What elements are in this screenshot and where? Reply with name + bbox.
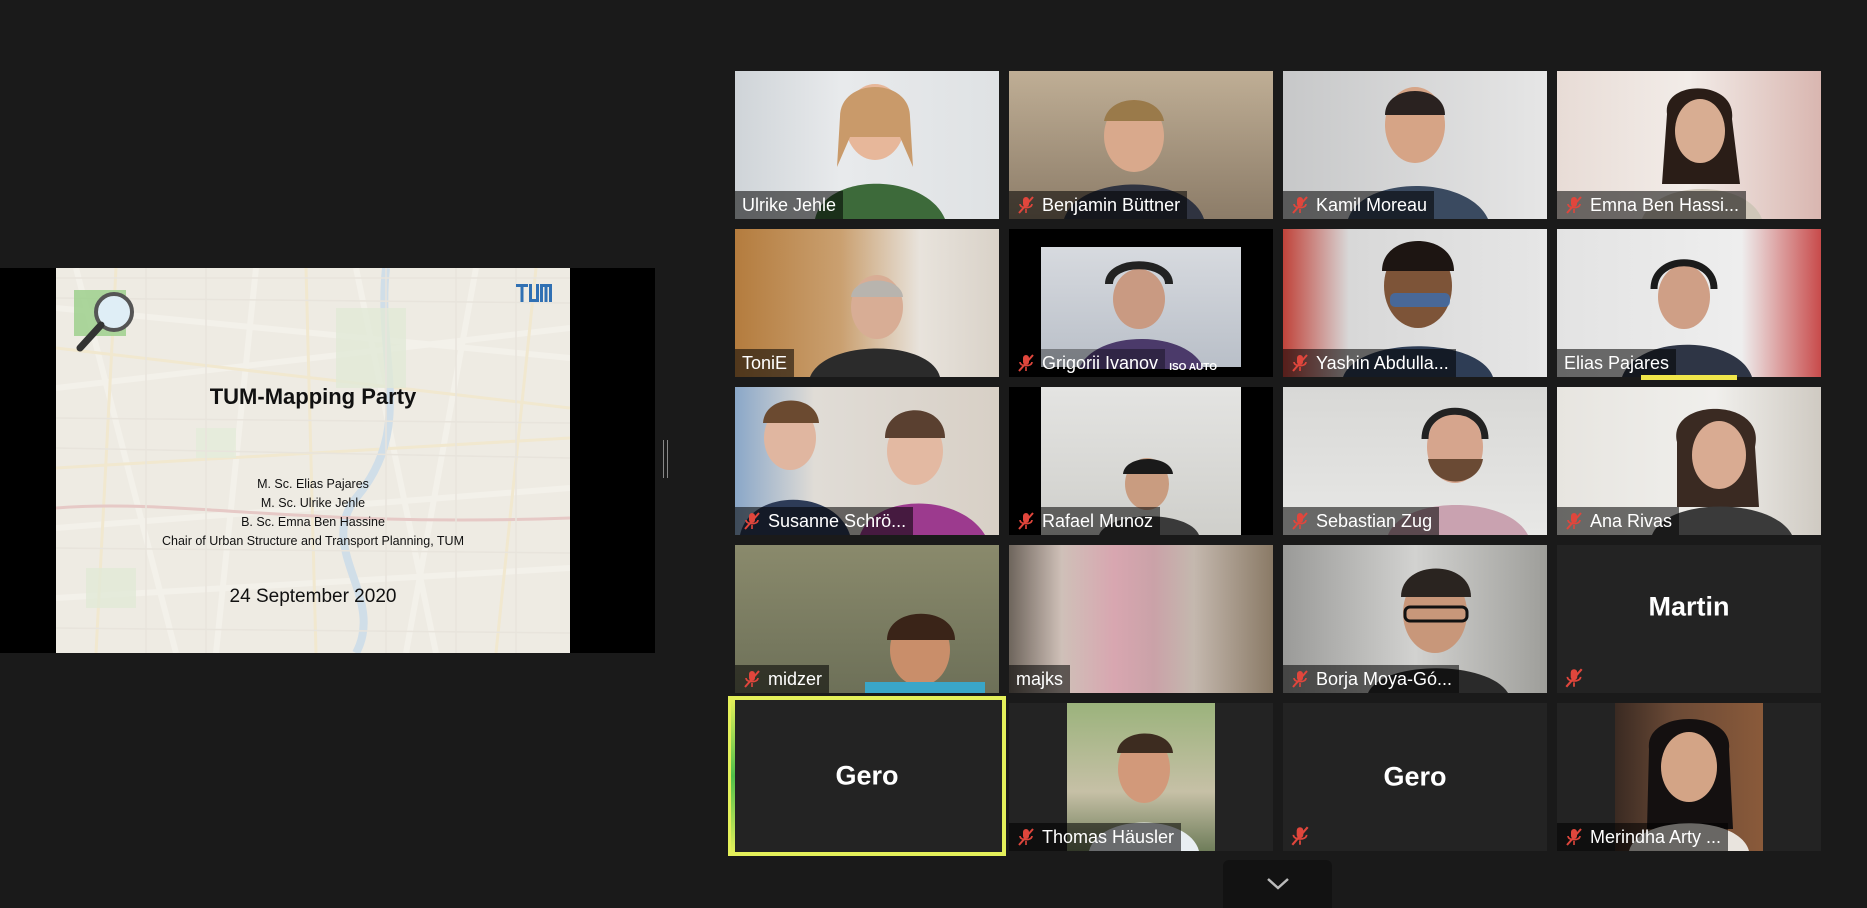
participant-tile[interactable]: Benjamin Büttner: [1009, 71, 1273, 219]
participant-tile[interactable]: Ulrike Jehle: [735, 71, 999, 219]
muted-mic-icon: [1018, 354, 1034, 372]
participant-tile[interactable]: majks: [1009, 545, 1273, 693]
participant-name: Susanne Schrö...: [768, 511, 907, 531]
muted-mic-icon: [1292, 196, 1308, 214]
participant-name-tag: majks: [1009, 665, 1071, 693]
participant-name: Ulrike Jehle: [742, 195, 837, 215]
muted-mic-icon: [1018, 828, 1034, 846]
participant-name: Thomas Häusler: [1042, 827, 1175, 847]
participant-name-tag: Benjamin Büttner: [1009, 191, 1188, 219]
participant-name-tag: Elias Pajares: [1557, 349, 1677, 377]
participant-name: Merindha Arty ...: [1590, 827, 1722, 847]
slide-author-3: B. Sc. Emna Ben Hassine: [241, 515, 385, 529]
participant-name: Ana Rivas: [1590, 511, 1673, 531]
slide-title: TUM-Mapping Party: [209, 384, 417, 409]
participant-name-tag: Emna Ben Hassi...: [1557, 191, 1747, 219]
slide-affiliation: Chair of Urban Structure and Transport P…: [162, 534, 464, 548]
participant-name-tag: Merindha Arty ...: [1557, 823, 1729, 851]
participant-name: Elias Pajares: [1564, 353, 1670, 373]
participant-name-tag: Sebastian Zug: [1283, 507, 1440, 535]
participant-tile[interactable]: midzer: [735, 545, 999, 693]
participant-tile[interactable]: Kamil Moreau: [1283, 71, 1547, 219]
participant-name: Emna Ben Hassi...: [1590, 195, 1740, 215]
magnifier-logo-icon: [74, 290, 134, 352]
participant-tile[interactable]: ToniE: [735, 229, 999, 377]
iso-auto-overlay: ISO AUTO: [1169, 362, 1217, 373]
shared-screen[interactable]: TUM-Mapping Party M. Sc. Elias Pajares M…: [0, 268, 655, 653]
participant-name-tag: Kamil Moreau: [1283, 191, 1435, 219]
participant-tile[interactable]: Susanne Schrö...: [735, 387, 999, 535]
speaking-indicator: [1641, 375, 1737, 380]
muted-mic-icon: [1566, 512, 1582, 530]
participant-name-tag: Ulrike Jehle: [735, 191, 844, 219]
slide-date: 24 September 2020: [229, 586, 397, 607]
muted-mic-icon: [1018, 512, 1034, 530]
muted-mic-icon: [1566, 196, 1582, 214]
participant-name-tag: Yashin Abdulla...: [1283, 349, 1456, 377]
participant-tile[interactable]: Rafael Munoz: [1009, 387, 1273, 535]
participant-tile[interactable]: ISO AUTO Grigorii Ivanov: [1009, 229, 1273, 377]
participant-display-name: Gero: [1383, 761, 1447, 792]
participant-name-tag: Ana Rivas: [1557, 507, 1680, 535]
participant-name-tag: Grigorii Ivanov: [1009, 349, 1166, 377]
muted-mic-icon: [1565, 668, 1583, 688]
participant-name: ToniE: [742, 353, 788, 373]
participant-name-tag: Thomas Häusler: [1009, 823, 1182, 851]
participant-name: Grigorii Ivanov: [1042, 353, 1159, 373]
splitter-handle[interactable]: [663, 440, 668, 478]
participant-tile[interactable]: Gero: [1283, 703, 1547, 851]
muted-mic-icon: [744, 670, 760, 688]
muted-mic-icon: [1292, 354, 1308, 372]
slide-author-1: M. Sc. Elias Pajares: [257, 477, 369, 491]
participant-name-tag: ToniE: [735, 349, 795, 377]
participant-tile[interactable]: Yashin Abdulla...: [1283, 229, 1547, 377]
next-page-button[interactable]: [1223, 860, 1332, 908]
participant-name: Yashin Abdulla...: [1316, 353, 1449, 373]
participant-name: Rafael Munoz: [1042, 511, 1154, 531]
tum-logo-icon: [516, 284, 552, 302]
participant-tile[interactable]: Merindha Arty ...: [1557, 703, 1821, 851]
participant-name: Benjamin Büttner: [1042, 195, 1181, 215]
participant-name: Sebastian Zug: [1316, 511, 1433, 531]
participant-name: Kamil Moreau: [1316, 195, 1428, 215]
presentation-slide: TUM-Mapping Party M. Sc. Elias Pajares M…: [56, 268, 570, 653]
participant-display-name: Martin: [1648, 591, 1730, 622]
participant-tile[interactable]: Ana Rivas: [1557, 387, 1821, 535]
chevron-down-icon: [1266, 878, 1289, 890]
slide-author-2: M. Sc. Ulrike Jehle: [260, 496, 366, 510]
participant-tile[interactable]: Elias Pajares: [1557, 229, 1821, 380]
participant-name: majks: [1016, 669, 1064, 689]
muted-mic-icon: [1292, 512, 1308, 530]
participant-tile[interactable]: Emna Ben Hassi...: [1557, 71, 1821, 219]
participant-name-tag: Borja Moya-Gó...: [1283, 665, 1460, 693]
participant-tile[interactable]: Sebastian Zug: [1283, 387, 1547, 535]
participant-tile[interactable]: Thomas Häusler: [1009, 703, 1273, 851]
participant-tile[interactable]: Borja Moya-Gó...: [1283, 545, 1547, 693]
participant-name-tag: Rafael Munoz: [1009, 507, 1161, 535]
participant-name: Borja Moya-Gó...: [1316, 669, 1453, 689]
participant-name: midzer: [768, 669, 823, 689]
muted-mic-icon: [1018, 196, 1034, 214]
participant-name-tag: Susanne Schrö...: [735, 507, 914, 535]
muted-mic-icon: [1566, 828, 1582, 846]
participant-display-name: Gero: [835, 760, 899, 791]
participant-name-tag: midzer: [735, 665, 830, 693]
muted-mic-icon: [1292, 670, 1308, 688]
muted-mic-icon: [1291, 826, 1309, 846]
active-speaker-tile[interactable]: Gero: [728, 696, 1006, 856]
muted-mic-icon: [744, 512, 760, 530]
participant-tile[interactable]: Martin: [1557, 545, 1821, 693]
